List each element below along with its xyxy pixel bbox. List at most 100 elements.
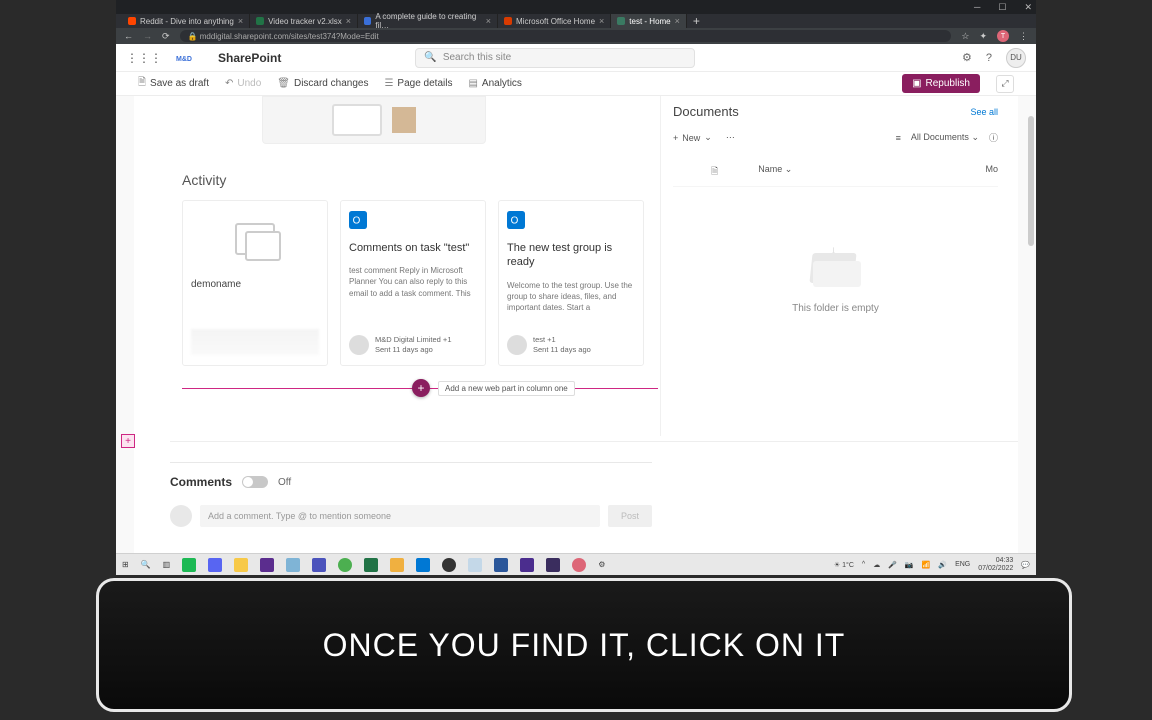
excel-icon[interactable] xyxy=(364,558,378,572)
avatar xyxy=(170,505,192,527)
document-pair-icon xyxy=(235,223,275,255)
close-icon[interactable]: × xyxy=(599,16,604,26)
column-one: Activity demoname O Comments on task "te… xyxy=(134,96,660,436)
obs-icon[interactable] xyxy=(442,558,456,572)
comment-input[interactable]: Add a comment. Type @ to mention someone xyxy=(200,505,600,527)
scrollbar[interactable] xyxy=(1028,116,1034,246)
volume-icon[interactable]: 🔊 xyxy=(938,561,947,569)
browser-profile-avatar[interactable]: T xyxy=(997,30,1009,42)
chevron-up-icon[interactable]: ^ xyxy=(862,561,865,568)
close-icon[interactable]: × xyxy=(346,16,351,26)
gear-icon[interactable]: ⚙ xyxy=(598,560,605,569)
save-draft-button[interactable]: 🗎Save as draft xyxy=(138,75,209,92)
tab-video-tracker[interactable]: Video tracker v2.xlsx× xyxy=(250,14,358,28)
name-column[interactable]: Name ⌄ xyxy=(758,164,792,180)
tab-reddit[interactable]: Reddit - Dive into anything× xyxy=(122,14,250,28)
start-icon[interactable]: ⊞ xyxy=(122,560,129,569)
close-icon[interactable]: × xyxy=(486,16,491,26)
activity-card-demoname[interactable]: demoname xyxy=(182,200,328,366)
camera-icon[interactable]: 📷 xyxy=(905,561,914,569)
activity-card-comments[interactable]: O Comments on task "test" test comment R… xyxy=(340,200,486,366)
mic-icon[interactable]: 🎤 xyxy=(888,561,897,569)
discord-icon[interactable] xyxy=(208,558,222,572)
trash-icon: 🗑 xyxy=(277,78,290,89)
spotify-icon[interactable] xyxy=(182,558,196,572)
star-icon[interactable]: ☆ xyxy=(961,31,969,42)
app-icon[interactable] xyxy=(468,558,482,572)
new-tab-icon[interactable]: + xyxy=(687,14,706,28)
svg-text:O: O xyxy=(511,216,519,227)
notifications-icon[interactable]: 💬 xyxy=(1021,561,1030,569)
address-bar-row: ← → ⟳ 🔒 mddigital.sharepoint.com/sites/t… xyxy=(116,28,1036,44)
more-icon[interactable]: ⋯ xyxy=(726,132,735,143)
forward-icon[interactable]: → xyxy=(143,31,152,41)
clock[interactable]: 04:3307/02/2022 xyxy=(978,557,1013,572)
teams-icon[interactable] xyxy=(312,558,326,572)
md-logo: M&D xyxy=(176,50,204,66)
add-section-button[interactable]: + xyxy=(121,434,135,448)
back-icon[interactable]: ← xyxy=(124,31,133,41)
command-bar: 🗎Save as draft ↶Undo 🗑Discard changes ☰P… xyxy=(116,72,1036,96)
extensions-icon[interactable]: ✦ xyxy=(979,31,987,42)
maximize-icon[interactable]: ☐ xyxy=(998,2,1006,13)
help-icon[interactable]: ? xyxy=(986,52,992,64)
expand-icon[interactable]: ⤢ xyxy=(996,75,1014,93)
activity-card-group-ready[interactable]: O The new test group is ready Welcome to… xyxy=(498,200,644,366)
chrome-icon[interactable] xyxy=(338,558,352,572)
analytics-button[interactable]: ▤Analytics xyxy=(468,78,521,89)
wifi-icon[interactable]: 📶 xyxy=(922,561,931,569)
app-icon[interactable] xyxy=(546,558,560,572)
comments-heading: Comments xyxy=(170,475,232,489)
avatar xyxy=(349,335,369,355)
save-icon: 🗎 xyxy=(138,75,146,92)
search-input[interactable]: 🔍 Search this site xyxy=(415,48,695,68)
add-web-part-button[interactable]: + Add a new web part in column one xyxy=(412,379,575,397)
avatar xyxy=(507,335,527,355)
tab-sharepoint-test[interactable]: test - Home× xyxy=(611,14,687,28)
close-icon[interactable]: × xyxy=(238,16,243,26)
post-button[interactable]: Post xyxy=(608,505,652,527)
app-icon[interactable] xyxy=(286,558,300,572)
address-bar[interactable]: 🔒 mddigital.sharepoint.com/sites/test374… xyxy=(180,30,952,42)
app-icon[interactable] xyxy=(390,558,404,572)
onedrive-icon[interactable]: ☁ xyxy=(873,561,880,569)
close-icon[interactable]: × xyxy=(675,16,680,26)
minimize-icon[interactable]: ─ xyxy=(974,2,980,12)
menu-icon[interactable]: ⋮ xyxy=(1019,31,1028,42)
user-avatar[interactable]: DU xyxy=(1006,48,1026,68)
analytics-icon: ▤ xyxy=(468,78,477,89)
app-launcher-icon[interactable]: ⋮⋮⋮ xyxy=(126,51,162,65)
info-icon[interactable]: ⓘ xyxy=(989,131,998,144)
file-type-column-icon[interactable]: 🗎 xyxy=(711,164,718,180)
see-all-link[interactable]: See all xyxy=(970,107,998,117)
outlook-icon[interactable] xyxy=(416,558,430,572)
comments-toggle[interactable] xyxy=(242,476,268,488)
close-icon[interactable]: ✕ xyxy=(1024,2,1032,13)
empty-state: ↓ This folder is empty xyxy=(673,247,998,314)
language-indicator[interactable]: ENG xyxy=(955,561,970,568)
search-icon[interactable]: 🔍 xyxy=(141,560,151,569)
task-view-icon[interactable]: ▥ xyxy=(163,560,171,569)
chevron-down-icon: ⌄ xyxy=(704,132,712,143)
premiere-icon[interactable] xyxy=(260,558,274,572)
page-details-button[interactable]: ☰Page details xyxy=(384,78,452,89)
after-effects-icon[interactable] xyxy=(520,558,534,572)
undo-button[interactable]: ↶Undo xyxy=(225,78,261,89)
video-caption-overlay: ONCE YOU FIND IT, CLICK ON IT xyxy=(96,578,1072,712)
reload-icon[interactable]: ⟳ xyxy=(162,31,170,42)
suite-header: ⋮⋮⋮ M&D SharePoint 🔍 Search this site ⚙ … xyxy=(116,44,1036,72)
modified-column[interactable]: Mo xyxy=(985,164,998,180)
republish-button[interactable]: ▣Republish xyxy=(902,74,980,93)
tab-office[interactable]: Microsoft Office Home× xyxy=(498,14,611,28)
gear-icon[interactable]: ⚙ xyxy=(962,51,972,64)
explorer-icon[interactable] xyxy=(234,558,248,572)
new-button[interactable]: +New⌄ xyxy=(673,132,712,143)
suite-app-name: SharePoint xyxy=(218,51,281,65)
app-icon[interactable] xyxy=(572,558,586,572)
hero-image-remnant xyxy=(262,96,486,144)
discard-button[interactable]: 🗑Discard changes xyxy=(277,78,368,89)
tab-guide[interactable]: A complete guide to creating fil…× xyxy=(358,14,498,28)
word-icon[interactable] xyxy=(494,558,508,572)
view-selector[interactable]: All Documents ⌄ xyxy=(911,132,979,143)
weather-widget[interactable]: ☀ 1°C xyxy=(834,561,854,569)
